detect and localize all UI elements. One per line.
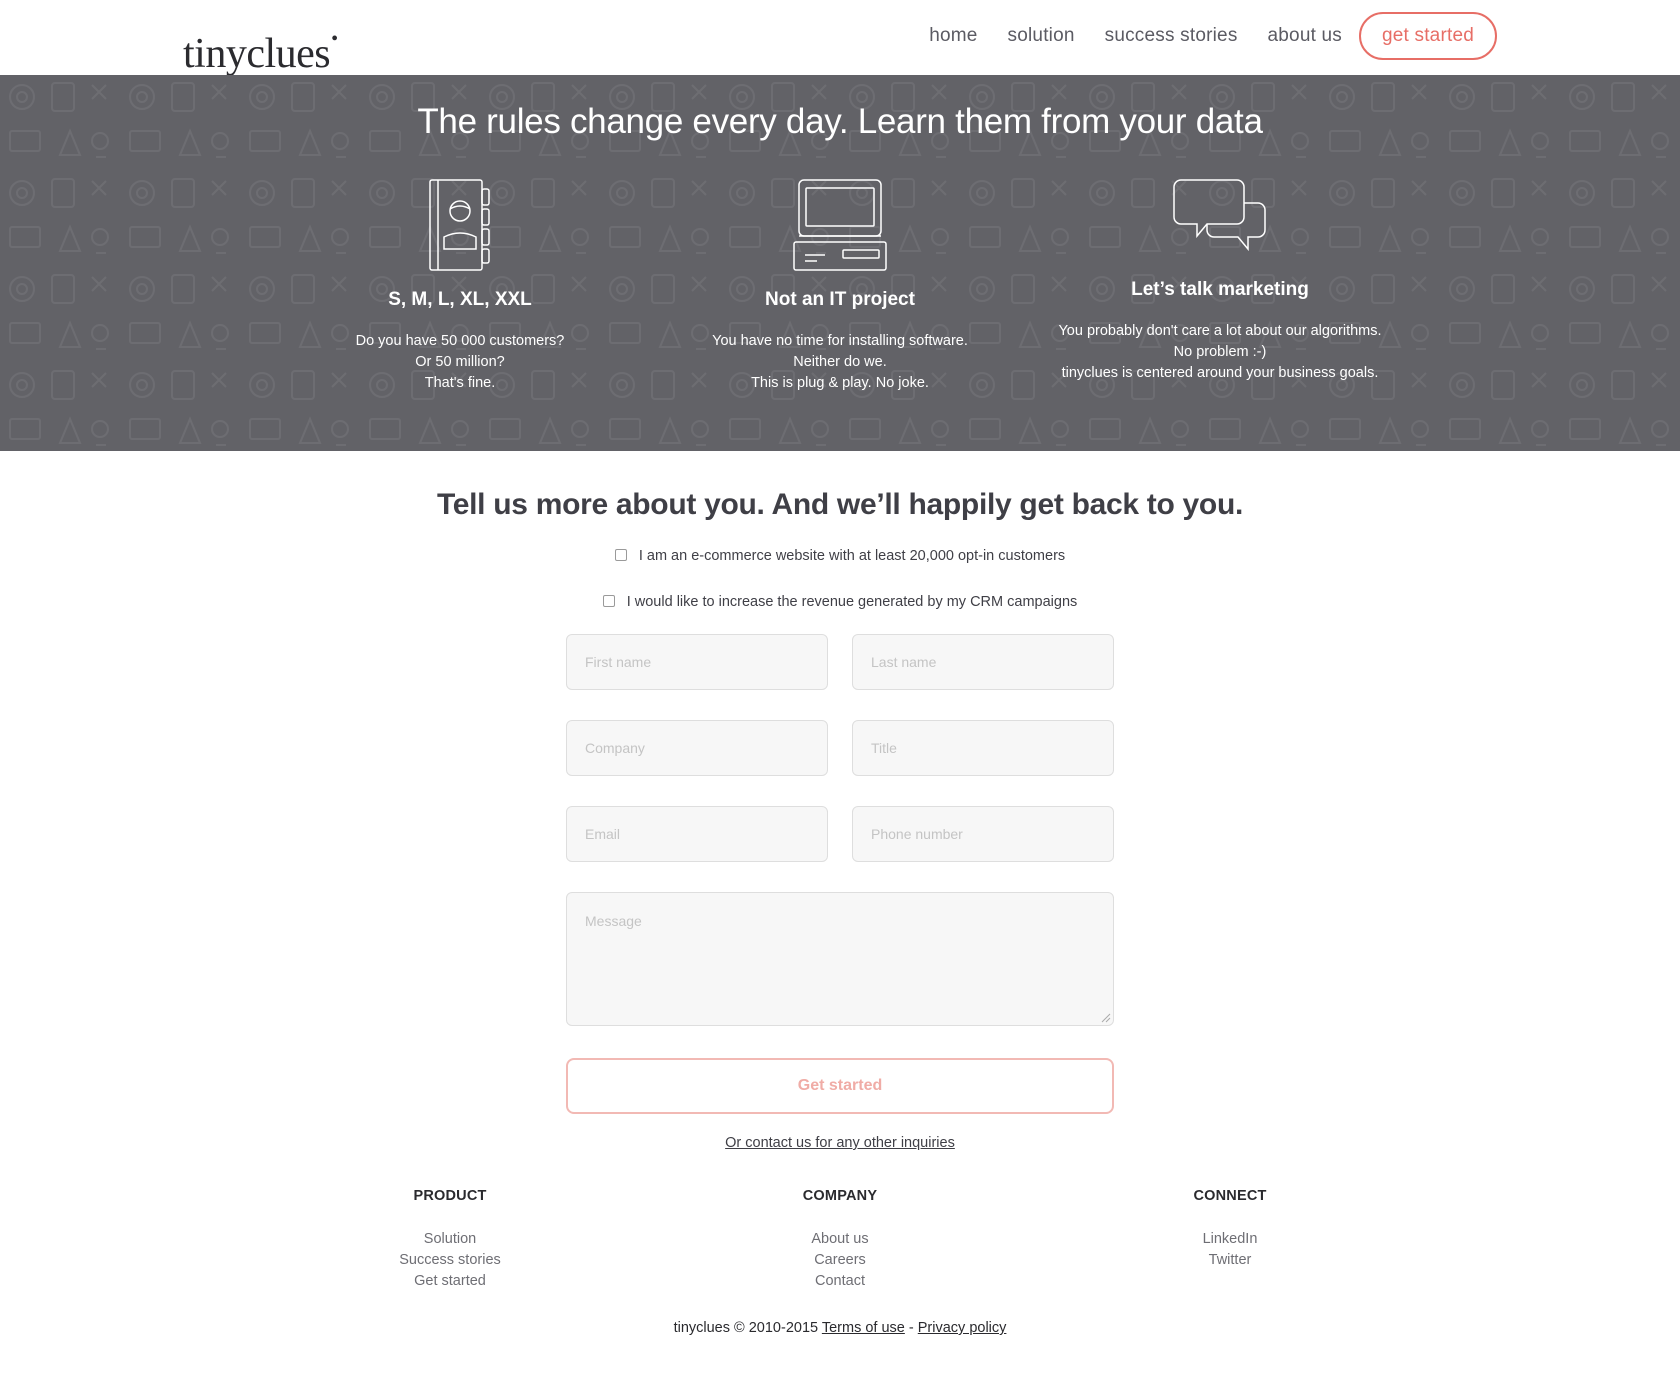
resize-handle-icon[interactable] xyxy=(1101,1013,1111,1023)
feature-line: Do you have 50 000 customers? xyxy=(355,333,565,349)
hero-title: The rules change every day. Learn them f… xyxy=(417,102,1263,141)
feature-line: Or 50 million? xyxy=(415,354,505,370)
nav-about-us[interactable]: about us xyxy=(1268,11,1343,61)
feature-line: You probably don't care a lot about our … xyxy=(1058,323,1382,339)
footer-product: PRODUCT Solution Success stories Get sta… xyxy=(320,1188,580,1292)
feature-scale: S, M, L, XL, XXL Do you have 50 000 cust… xyxy=(270,179,650,394)
ecommerce-checkbox-row[interactable]: I am an e-commerce website with at least… xyxy=(0,548,1680,564)
footer-heading: PRODUCT xyxy=(413,1188,487,1204)
crm-checkbox-row[interactable]: I would like to increase the revenue gen… xyxy=(0,594,1680,610)
contact-link[interactable]: Or contact us for any other inquiries xyxy=(725,1135,955,1151)
hero-banner: The rules change every day. Learn them f… xyxy=(0,75,1680,451)
footer-company: COMPANY About us Careers Contact xyxy=(710,1188,970,1292)
footer-link-solution[interactable]: Solution xyxy=(320,1229,580,1250)
feature-text: You probably don't care a lot about our … xyxy=(1030,321,1410,384)
logo-dot: • xyxy=(331,28,338,50)
copyright-separator: - xyxy=(908,1320,914,1336)
get-started-button[interactable]: get started xyxy=(1359,12,1497,60)
footer-link-careers[interactable]: Careers xyxy=(710,1250,970,1271)
nav-home[interactable]: home xyxy=(929,11,977,61)
feature-line: You have no time for installing software… xyxy=(712,333,968,349)
feature-line: No problem :-) xyxy=(1173,344,1267,360)
computer-icon xyxy=(793,179,887,271)
form-title: Tell us more about you. And we’ll happil… xyxy=(436,488,1244,521)
feature-text: Do you have 50 000 customers? Or 50 mill… xyxy=(270,331,650,394)
footer-link-twitter[interactable]: Twitter xyxy=(1100,1250,1360,1271)
phone-field[interactable]: Phone number xyxy=(852,806,1114,862)
crm-checkbox[interactable] xyxy=(602,595,615,607)
footer-link-success-stories[interactable]: Success stories xyxy=(320,1250,580,1271)
feature-it: Not an IT project You have no time for i… xyxy=(650,179,1030,394)
feature-marketing: Let’s talk marketing You probably don't … xyxy=(1030,179,1410,384)
footer-heading: COMPANY xyxy=(802,1188,878,1204)
message-field[interactable]: Message xyxy=(566,892,1114,1026)
logo[interactable]: tinyclues• xyxy=(183,14,338,79)
logo-text: tinyclues xyxy=(183,31,331,77)
site-header: tinyclues• home solution success stories… xyxy=(0,0,1680,77)
main-nav: home solution success stories about us g… xyxy=(899,11,1497,61)
checkbox-label: I would like to increase the revenue gen… xyxy=(626,594,1078,610)
speech-bubbles-icon xyxy=(1173,179,1266,252)
first-name-field[interactable]: First name xyxy=(566,634,828,690)
get-started-submit-button[interactable]: Get started xyxy=(566,1058,1114,1114)
feature-line: That's fine. xyxy=(424,375,496,391)
email-field[interactable]: Email xyxy=(566,806,828,862)
message-placeholder: Message xyxy=(585,913,642,929)
footer-link-about-us[interactable]: About us xyxy=(710,1229,970,1250)
footer-link-linkedin[interactable]: LinkedIn xyxy=(1100,1229,1360,1250)
copyright-text: tinyclues © 2010-2015 xyxy=(673,1320,819,1336)
footer-link-contact[interactable]: Contact xyxy=(710,1271,970,1292)
feature-heading: Not an IT project xyxy=(765,289,915,310)
footer-connect: CONNECT LinkedIn Twitter xyxy=(1100,1188,1360,1271)
nav-solution[interactable]: solution xyxy=(1008,11,1075,61)
company-field[interactable]: Company xyxy=(566,720,828,776)
feature-heading: S, M, L, XL, XXL xyxy=(388,289,532,310)
ecommerce-checkbox[interactable] xyxy=(614,549,627,561)
footer-link-get-started[interactable]: Get started xyxy=(320,1271,580,1292)
feature-text: You have no time for installing software… xyxy=(650,331,1030,394)
footer-heading: CONNECT xyxy=(1193,1188,1267,1204)
terms-link[interactable]: Terms of use xyxy=(822,1320,905,1336)
feature-heading: Let’s talk marketing xyxy=(1131,279,1309,300)
feature-line: Neither do we. xyxy=(793,354,887,370)
nav-success-stories[interactable]: success stories xyxy=(1105,11,1238,61)
checkbox-label: I am an e-commerce website with at least… xyxy=(638,548,1066,564)
contact-link-row: Or contact us for any other inquiries xyxy=(0,1135,1680,1151)
title-field[interactable]: Title xyxy=(852,720,1114,776)
feature-line: This is plug & play. No joke. xyxy=(751,375,929,391)
privacy-link[interactable]: Privacy policy xyxy=(918,1320,1007,1336)
address-book-icon xyxy=(429,179,490,271)
feature-line: tinyclues is centered around your busine… xyxy=(1061,365,1379,381)
last-name-field[interactable]: Last name xyxy=(852,634,1114,690)
copyright: tinyclues © 2010-2015 Terms of use - Pri… xyxy=(0,1320,1680,1336)
